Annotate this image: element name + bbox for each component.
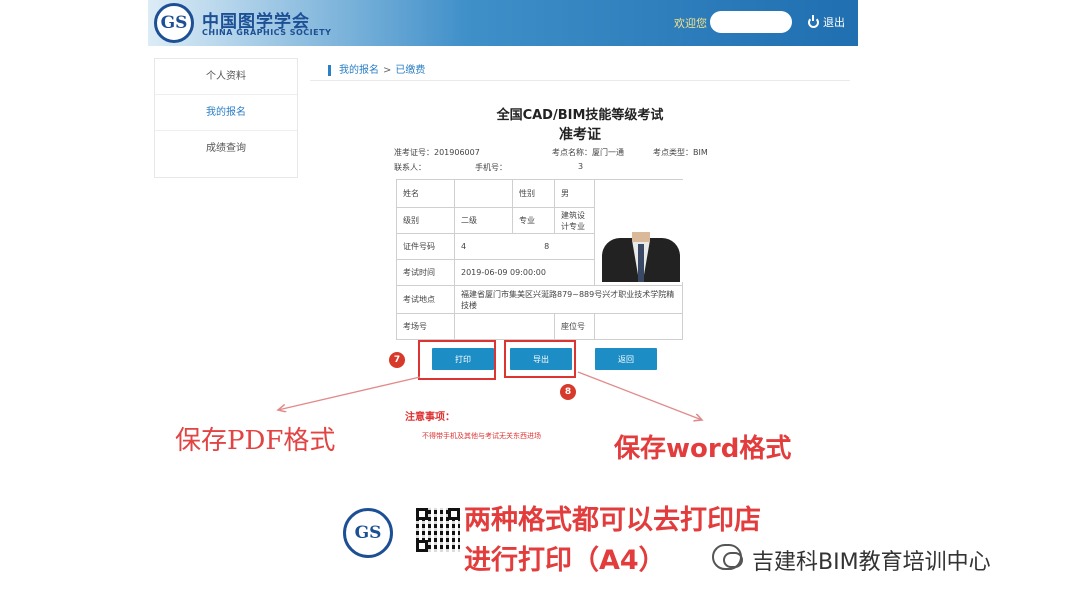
qr-corner-bl (416, 540, 428, 552)
arrow-to-word (577, 371, 702, 420)
bottom-society-logo: GS (343, 508, 393, 558)
watermark-text: 吉建科BIM教育培训中心 (752, 550, 991, 575)
qr-corner-tr (448, 508, 460, 520)
annotation-save-pdf: 保存PDF格式 (175, 426, 336, 456)
arrow-to-pdf (278, 376, 421, 410)
qr-corner-tl (416, 508, 428, 520)
annotation-bottom-line1: 两种格式都可以去打印店 (464, 505, 761, 536)
wechat-icon (712, 544, 743, 570)
qr-code (416, 508, 460, 552)
annotation-bottom-line2: 进行打印（A4） (464, 545, 666, 576)
screen: GS 中国图学学会 CHINA GRAPHICS SOCIETY 欢迎您 退出 … (0, 0, 1080, 608)
annotation-save-word: 保存word格式 (614, 434, 792, 464)
